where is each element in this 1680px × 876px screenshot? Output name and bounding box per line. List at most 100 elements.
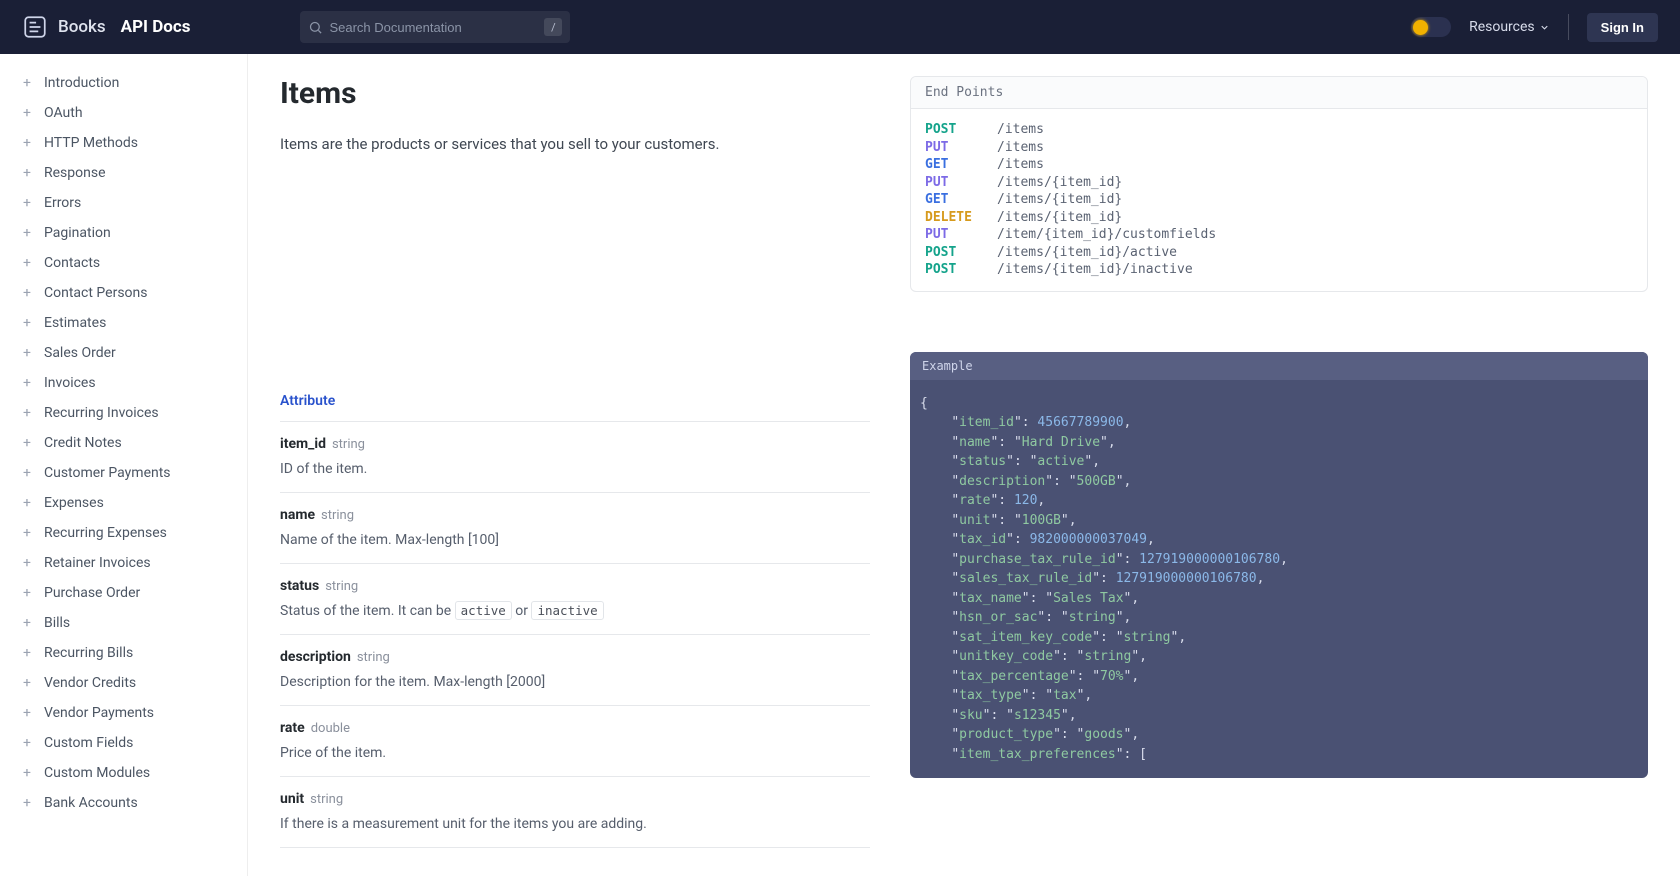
brand-name: Books [58, 17, 106, 37]
attribute-type: string [321, 508, 354, 523]
sun-icon [1413, 20, 1428, 35]
sidebar-item-label: Purchase Order [44, 585, 140, 601]
attribute-desc: Status of the item. It can be active or … [280, 603, 870, 619]
sidebar-item[interactable]: +Response [0, 158, 247, 188]
http-method: POST [925, 261, 977, 279]
expand-icon: + [22, 346, 32, 360]
sidebar-item-label: Bills [44, 615, 70, 631]
endpoint-row[interactable]: POST/items [925, 121, 1633, 139]
attribute-type: string [325, 579, 358, 594]
attribute-name: rate [280, 720, 305, 736]
sidebar-item-label: Estimates [44, 315, 106, 331]
endpoint-path: /items [997, 139, 1044, 157]
endpoint-row[interactable]: POST/items/{item_id}/active [925, 244, 1633, 262]
sidebar-item[interactable]: + Purchase Order [0, 578, 247, 608]
sidebar-item[interactable]: +Expenses [0, 488, 247, 518]
sidebar-item[interactable]: +Retainer Invoices [0, 548, 247, 578]
sidebar: +Introduction+OAuth+HTTP Methods+Respons… [0, 54, 248, 876]
endpoint-path: /items [997, 156, 1044, 174]
endpoint-path: /items/{item_id} [997, 209, 1122, 227]
code-chip: active [455, 601, 512, 620]
endpoint-row[interactable]: POST/items/{item_id}/inactive [925, 261, 1633, 279]
endpoint-row[interactable]: PUT/items/{item_id} [925, 174, 1633, 192]
sidebar-item[interactable]: +Vendor Payments [0, 698, 247, 728]
header: Books API Docs / Resources Sign In [0, 0, 1680, 54]
sidebar-item[interactable]: +HTTP Methods [0, 128, 247, 158]
sidebar-item[interactable]: +Invoices [0, 368, 247, 398]
endpoint-path: /items/{item_id} [997, 174, 1122, 192]
chevron-down-icon [1539, 22, 1550, 33]
search-box[interactable]: / [300, 11, 570, 43]
signin-button[interactable]: Sign In [1587, 13, 1658, 42]
sidebar-item-label: Bank Accounts [44, 795, 138, 811]
endpoint-row[interactable]: GET/items/{item_id} [925, 191, 1633, 209]
endpoint-path: /item/{item_id}/customfields [997, 226, 1216, 244]
endpoints-box: End Points POST/itemsPUT/itemsGET/itemsP… [910, 76, 1648, 292]
http-method: POST [925, 121, 977, 139]
endpoint-row[interactable]: DELETE/items/{item_id} [925, 209, 1633, 227]
expand-icon: + [22, 196, 32, 210]
expand-icon: + [22, 316, 32, 330]
attribute-row: namestringName of the item. Max-length [… [280, 493, 870, 564]
sidebar-item[interactable]: +Credit Notes [0, 428, 247, 458]
http-method: PUT [925, 139, 977, 157]
expand-icon: + [22, 646, 32, 660]
sidebar-item-label: Introduction [44, 75, 119, 91]
logo[interactable]: Books API Docs [22, 14, 190, 40]
page-title: Items [280, 76, 870, 111]
code-chip: inactive [531, 601, 603, 620]
resources-link[interactable]: Resources [1469, 19, 1550, 35]
sidebar-item[interactable]: +Introduction [0, 68, 247, 98]
search-input[interactable] [323, 20, 544, 35]
sidebar-item[interactable]: +Contacts [0, 248, 247, 278]
attribute-type: string [310, 792, 343, 807]
theme-toggle[interactable] [1411, 17, 1451, 37]
content-column: Items Items are the products or services… [280, 76, 870, 836]
sidebar-item[interactable]: +Customer Payments [0, 458, 247, 488]
sidebar-item[interactable]: +Bills [0, 608, 247, 638]
attribute-name: description [280, 649, 351, 665]
sidebar-item[interactable]: + Vendor Credits [0, 668, 247, 698]
sidebar-item-label: Recurring Expenses [44, 525, 167, 541]
endpoint-row[interactable]: PUT/item/{item_id}/customfields [925, 226, 1633, 244]
sidebar-item-label: Pagination [44, 225, 111, 241]
expand-icon: + [22, 166, 32, 180]
attribute-row: descriptionstringDescription for the ite… [280, 635, 870, 706]
endpoint-path: /items/{item_id}/active [997, 244, 1177, 262]
sidebar-item-label: Customer Payments [44, 465, 171, 481]
sidebar-item[interactable]: + Errors [0, 188, 247, 218]
expand-icon: + [22, 676, 32, 690]
expand-icon: + [22, 226, 32, 240]
sidebar-item[interactable]: +Contact Persons [0, 278, 247, 308]
sidebar-item[interactable]: + Recurring Expenses [0, 518, 247, 548]
expand-icon: + [22, 136, 32, 150]
header-right: Resources Sign In [1411, 13, 1658, 42]
expand-icon: + [22, 496, 32, 510]
sidebar-item[interactable]: +Recurring Bills [0, 638, 247, 668]
sidebar-item-label: Contact Persons [44, 285, 147, 301]
sidebar-item[interactable]: +Custom Fields [0, 728, 247, 758]
sidebar-item[interactable]: + Estimates [0, 308, 247, 338]
attribute-desc: Price of the item. [280, 745, 870, 761]
attribute-name: status [280, 578, 319, 594]
slash-shortcut: / [544, 18, 562, 36]
sidebar-item[interactable]: +Recurring Invoices [0, 398, 247, 428]
sidebar-item-label: Errors [44, 195, 81, 211]
expand-icon: + [22, 526, 32, 540]
sidebar-item[interactable]: +Bank Accounts [0, 788, 247, 818]
sidebar-item[interactable]: +OAuth [0, 98, 247, 128]
attribute-row: unitstringIf there is a measurement unit… [280, 777, 870, 848]
attribute-tab[interactable]: Attribute [280, 393, 870, 422]
expand-icon: + [22, 706, 32, 720]
resources-label: Resources [1469, 19, 1535, 35]
sidebar-item[interactable]: +Sales Order [0, 338, 247, 368]
endpoint-row[interactable]: GET/items [925, 156, 1633, 174]
sidebar-item[interactable]: + Pagination [0, 218, 247, 248]
divider [1568, 14, 1569, 40]
expand-icon: + [22, 766, 32, 780]
sidebar-item-label: Vendor Credits [44, 675, 136, 691]
expand-icon: + [22, 586, 32, 600]
expand-icon: + [22, 256, 32, 270]
sidebar-item[interactable]: +Custom Modules [0, 758, 247, 788]
endpoint-row[interactable]: PUT/items [925, 139, 1633, 157]
